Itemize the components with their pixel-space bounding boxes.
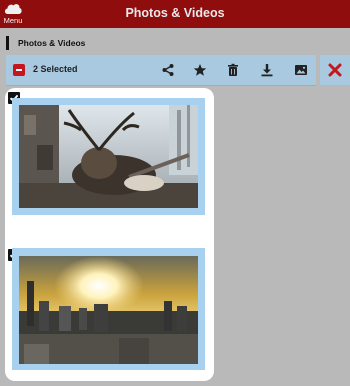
delete-button[interactable] [226,63,240,77]
share-icon [162,64,174,76]
close-icon [328,63,342,77]
close-selection-button[interactable] [320,55,350,85]
download-button[interactable] [260,63,274,77]
selection-toolbar: 2 Selected [6,55,316,86]
image-button[interactable] [294,63,308,77]
star-icon [193,64,207,76]
deselect-all-button[interactable] [13,64,25,76]
photo-thumbnail[interactable] [12,98,205,215]
download-icon [261,64,273,77]
app-header: Menu Photos & Videos [0,0,350,28]
page-title: Photos & Videos [125,6,225,20]
media-grid [5,88,214,381]
image-icon [295,65,307,75]
photo-thumbnail[interactable] [12,248,205,370]
trash-icon [228,63,238,76]
favorite-button[interactable] [193,63,207,77]
deer-photo [19,105,198,208]
section-marker [6,36,9,50]
sunset-city-photo [19,256,198,364]
section-header: Photos & Videos [0,28,350,54]
share-button[interactable] [161,63,175,77]
section-title: Photos & Videos [18,38,86,48]
selection-count: 2 Selected [33,64,78,74]
